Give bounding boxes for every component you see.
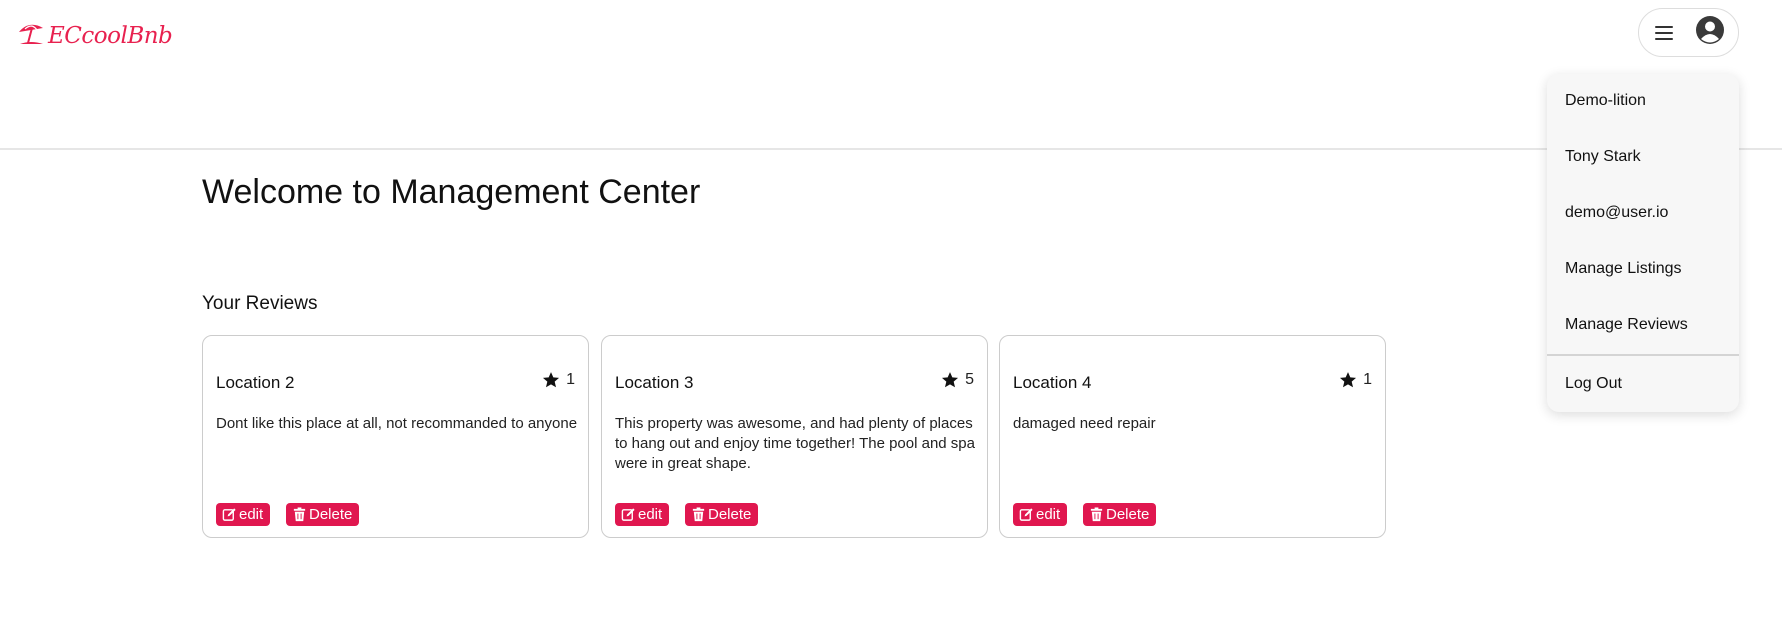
- edit-icon: [222, 508, 236, 521]
- review-location: Location 3: [615, 373, 694, 392]
- page-title: Welcome to Management Center: [202, 173, 701, 211]
- top-navbar: ECcoolBnb: [0, 0, 1782, 150]
- delete-label: Delete: [309, 506, 353, 523]
- review-card: Location 2 1 Dont like this place at all…: [202, 335, 589, 538]
- delete-label: Delete: [708, 506, 752, 523]
- review-card: Location 4 1 damaged need repair edit De…: [999, 335, 1386, 538]
- delete-label: Delete: [1106, 506, 1150, 523]
- edit-icon: [621, 508, 635, 521]
- review-location: Location 2: [216, 373, 295, 392]
- review-text: Dont like this place at all, not recomma…: [216, 415, 578, 432]
- trash-icon: [293, 507, 306, 522]
- logout-button[interactable]: Log Out: [1565, 375, 1622, 393]
- edit-review-button[interactable]: edit: [216, 503, 271, 526]
- review-stars: 1: [566, 371, 575, 388]
- delete-review-button[interactable]: Delete: [685, 503, 759, 526]
- review-rating: 1: [542, 371, 575, 389]
- dropdown-full-name: Tony Stark: [1565, 148, 1641, 165]
- dropdown-divider: [1547, 354, 1739, 356]
- manage-reviews-link[interactable]: Manage Reviews: [1565, 316, 1688, 334]
- user-dropdown-menu: Demo-lition Tony Stark demo@user.io Mana…: [1547, 74, 1739, 412]
- review-rating: 5: [941, 371, 974, 389]
- user-circle-icon: [1695, 15, 1725, 50]
- logo-text: ECcoolBnb: [48, 22, 173, 49]
- review-card: Location 3 5 This property was awesome, …: [601, 335, 988, 538]
- review-stars: 5: [965, 371, 974, 388]
- edit-label: edit: [1036, 506, 1061, 523]
- star-icon: [942, 372, 959, 388]
- edit-icon: [1019, 508, 1033, 521]
- edit-label: edit: [239, 506, 264, 523]
- review-stars: 1: [1363, 371, 1372, 388]
- beach-umbrella-icon: [16, 18, 46, 53]
- star-icon: [543, 372, 560, 388]
- review-text: damaged need repair: [1013, 415, 1156, 432]
- hamburger-icon: [1655, 25, 1673, 40]
- reviews-heading: Your Reviews: [202, 293, 318, 314]
- edit-review-button[interactable]: edit: [1013, 503, 1068, 526]
- review-text: This property was awesome, and had plent…: [615, 415, 975, 472]
- dropdown-email: demo@user.io: [1565, 204, 1669, 221]
- delete-review-button[interactable]: Delete: [1083, 503, 1157, 526]
- edit-label: edit: [638, 506, 663, 523]
- dropdown-username: Demo-lition: [1565, 92, 1646, 109]
- edit-review-button[interactable]: edit: [615, 503, 670, 526]
- review-rating: 1: [1339, 371, 1372, 389]
- logo-link[interactable]: ECcoolBnb: [16, 18, 173, 53]
- trash-icon: [1090, 507, 1103, 522]
- trash-icon: [692, 507, 705, 522]
- delete-review-button[interactable]: Delete: [286, 503, 360, 526]
- user-menu-button[interactable]: [1638, 8, 1739, 57]
- manage-listings-link[interactable]: Manage Listings: [1565, 260, 1682, 278]
- star-icon: [1340, 372, 1357, 388]
- review-location: Location 4: [1013, 373, 1092, 392]
